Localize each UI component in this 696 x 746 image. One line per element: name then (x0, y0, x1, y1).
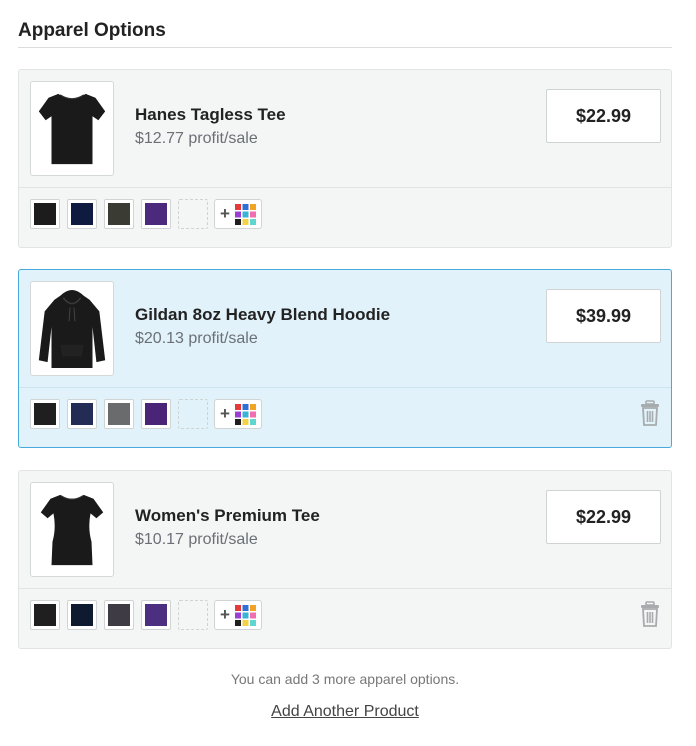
tshirt-image (38, 93, 106, 165)
color-grid-icon (235, 404, 256, 425)
product-card-womens-tee[interactable]: Women's Premium Tee $10.17 profit/sale $… (18, 470, 672, 649)
color-swatch[interactable] (141, 399, 171, 429)
palette-cell (250, 612, 256, 619)
trash-icon[interactable] (640, 601, 660, 627)
womens-tshirt-image (40, 494, 104, 566)
palette-cell (250, 211, 256, 218)
price-input[interactable]: $22.99 (546, 89, 661, 143)
color-swatch[interactable] (104, 600, 134, 630)
palette-cell (242, 419, 249, 425)
plus-icon: + (220, 204, 230, 223)
palette-cell (242, 219, 249, 225)
color-swatch[interactable] (67, 399, 97, 429)
palette-cell (235, 419, 241, 425)
product-profit: $20.13 profit/sale (135, 330, 258, 347)
product-thumbnail (30, 81, 114, 176)
color-swatch[interactable] (67, 600, 97, 630)
palette-cell (250, 219, 256, 225)
palette-cell (242, 204, 249, 210)
palette-cell (242, 411, 249, 418)
empty-color-slot[interactable] (178, 199, 208, 229)
palette-cell (235, 211, 241, 218)
title-divider (18, 47, 672, 48)
palette-cell (250, 411, 256, 418)
product-name: Gildan 8oz Heavy Blend Hoodie (135, 305, 391, 324)
palette-cell (235, 620, 241, 626)
palette-cell (235, 612, 241, 619)
hoodie-image (38, 289, 106, 369)
palette-cell (242, 612, 249, 619)
palette-cell (235, 219, 241, 225)
product-name: Hanes Tagless Tee (135, 105, 286, 124)
color-swatch[interactable] (30, 600, 60, 630)
palette-cell (250, 419, 256, 425)
color-swatch[interactable] (141, 600, 171, 630)
palette-cell (250, 404, 256, 410)
product-profit: $12.77 profit/sale (135, 130, 258, 147)
palette-cell (250, 605, 256, 611)
product-card-gildan-hoodie[interactable]: Gildan 8oz Heavy Blend Hoodie $20.13 pro… (18, 269, 672, 448)
empty-color-slot[interactable] (178, 399, 208, 429)
palette-cell (235, 411, 241, 418)
color-swatch[interactable] (141, 199, 171, 229)
add-color-button[interactable]: + (214, 199, 262, 229)
palette-cell (250, 204, 256, 210)
palette-cell (242, 620, 249, 626)
card-divider (19, 588, 671, 589)
add-color-button[interactable]: + (214, 600, 262, 630)
color-swatch[interactable] (67, 199, 97, 229)
empty-color-slot[interactable] (178, 600, 208, 630)
color-swatch[interactable] (30, 399, 60, 429)
add-color-button[interactable]: + (214, 399, 262, 429)
palette-cell (250, 620, 256, 626)
trash-icon[interactable] (640, 400, 660, 426)
palette-cell (242, 211, 249, 218)
palette-cell (242, 605, 249, 611)
product-name: Women's Premium Tee (135, 506, 320, 525)
color-swatch[interactable] (30, 199, 60, 229)
palette-cell (235, 404, 241, 410)
product-card-hanes-tee[interactable]: Hanes Tagless Tee $12.77 profit/sale $22… (18, 69, 672, 248)
plus-icon: + (220, 605, 230, 624)
palette-cell (235, 204, 241, 210)
color-grid-icon (235, 204, 256, 225)
add-another-product-link[interactable]: Add Another Product (0, 703, 690, 721)
product-thumbnail (30, 482, 114, 577)
price-input[interactable]: $39.99 (546, 289, 661, 343)
card-divider (19, 387, 671, 388)
product-profit: $10.17 profit/sale (135, 531, 258, 548)
color-swatch[interactable] (104, 399, 134, 429)
palette-cell (235, 605, 241, 611)
color-swatch[interactable] (104, 199, 134, 229)
product-thumbnail (30, 281, 114, 376)
page-title: Apparel Options (18, 20, 166, 41)
card-divider (19, 187, 671, 188)
plus-icon: + (220, 404, 230, 423)
color-grid-icon (235, 605, 256, 626)
price-input[interactable]: $22.99 (546, 490, 661, 544)
palette-cell (242, 404, 249, 410)
remaining-options-note: You can add 3 more apparel options. (230, 671, 460, 687)
